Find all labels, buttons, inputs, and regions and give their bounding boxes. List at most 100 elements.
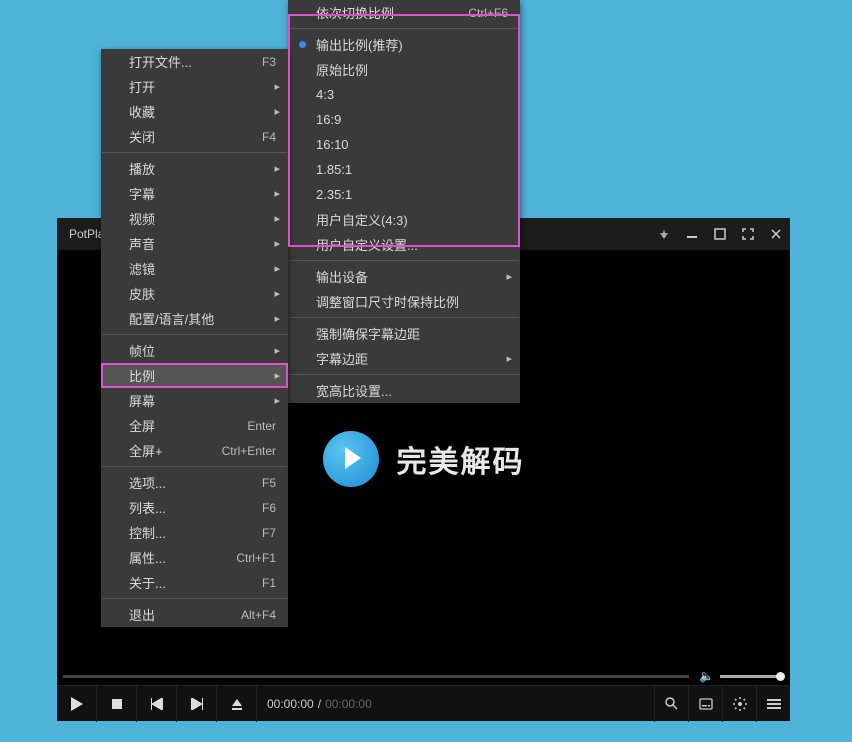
fullscreen-button[interactable] <box>734 218 762 250</box>
menu-item-label: 皮肤 <box>129 284 155 303</box>
menu-item-label: 退出 <box>129 605 155 624</box>
main-menu-item[interactable]: 皮肤 <box>101 281 288 306</box>
main-menu-item[interactable]: 全屏Enter <box>101 413 288 438</box>
menu-item-label: 滤镜 <box>129 259 155 278</box>
menu-shortcut: F4 <box>262 130 276 144</box>
search-button[interactable] <box>654 686 688 722</box>
brand-text: 完美解码 <box>397 437 525 481</box>
menu-item-label: 属性... <box>129 548 166 567</box>
menu-item-label: 用户自定义(4:3) <box>316 210 408 229</box>
menu-item-label: 全屏+ <box>129 441 163 460</box>
main-menu-item[interactable]: 收藏 <box>101 99 288 124</box>
menu-item-label: 比例 <box>129 366 155 385</box>
speaker-icon[interactable]: 🔈 <box>699 669 714 683</box>
menu-separator <box>102 334 287 335</box>
brand-logo <box>323 431 379 487</box>
ratio-menu-item[interactable]: 原始比例 <box>288 57 520 82</box>
volume-knob[interactable] <box>776 672 785 681</box>
ratio-menu-item[interactable]: 强制确保字幕边距 <box>288 321 520 346</box>
menu-shortcut: F1 <box>262 576 276 590</box>
ratio-menu-item[interactable]: 输出设备 <box>288 264 520 289</box>
menu-item-label: 4:3 <box>316 87 334 102</box>
window-controls <box>650 218 790 250</box>
main-menu-item[interactable]: 属性... Ctrl+F1 <box>101 545 288 570</box>
main-menu-item[interactable]: 关于... F1 <box>101 570 288 595</box>
main-menu-item[interactable]: 关闭F4 <box>101 124 288 149</box>
ratio-menu-item[interactable]: 字幕边距 <box>288 346 520 371</box>
play-button[interactable] <box>57 686 97 722</box>
main-menu-item[interactable]: 声音 <box>101 231 288 256</box>
menu-separator <box>102 152 287 153</box>
ratio-menu-item[interactable]: 用户自定义(4:3) <box>288 207 520 232</box>
stop-button[interactable] <box>97 686 137 722</box>
menu-item-label: 16:9 <box>316 112 341 127</box>
eject-button[interactable] <box>217 686 257 722</box>
menu-shortcut: F7 <box>262 526 276 540</box>
maximize-button[interactable] <box>706 218 734 250</box>
ratio-menu-item[interactable]: 2.35:1 <box>288 182 520 207</box>
menu-item-label: 全屏 <box>129 416 155 435</box>
prev-button[interactable] <box>137 686 177 722</box>
menu-item-label: 输出比例(推荐) <box>316 35 403 54</box>
ratio-menu-item[interactable]: 16:10 <box>288 132 520 157</box>
pin-icon[interactable] <box>650 218 678 250</box>
menu-shortcut: Ctrl+F6 <box>468 6 508 20</box>
main-menu-item[interactable]: 滤镜 <box>101 256 288 281</box>
ratio-menu-item[interactable]: 16:9 <box>288 107 520 132</box>
menu-item-label: 控制... <box>129 523 166 542</box>
menu-item-label: 视频 <box>129 209 155 228</box>
menu-item-label: 调整窗口尺寸时保持比例 <box>316 292 459 311</box>
menu-separator <box>289 260 519 261</box>
context-menu-main: 打开文件...F3打开收藏关闭F4 播放字幕视频声音滤镜皮肤配置/语言/其他帧位比… <box>101 49 288 627</box>
ratio-menu-item[interactable]: 输出比例(推荐) <box>288 32 520 57</box>
ratio-menu-item[interactable]: 用户自定义设置... <box>288 232 520 257</box>
menu-shortcut: Ctrl+F1 <box>236 551 276 565</box>
settings-button[interactable] <box>722 686 756 722</box>
menu-item-label: 帧位 <box>129 341 155 360</box>
main-menu-item[interactable]: 退出 Alt+F4 <box>101 602 288 627</box>
main-menu-item[interactable]: 帧位 <box>101 338 288 363</box>
main-menu-item[interactable]: 播放 <box>101 156 288 181</box>
main-menu-item[interactable]: 比例 <box>101 363 288 388</box>
playlist-button[interactable] <box>756 686 790 722</box>
ratio-menu-item[interactable]: 调整窗口尺寸时保持比例 <box>288 289 520 314</box>
ratio-menu-item[interactable]: 依次切换比例Ctrl+F6 <box>288 0 520 25</box>
seek-track[interactable] <box>63 675 689 678</box>
menu-item-label: 列表... <box>129 498 166 517</box>
menu-item-label: 输出设备 <box>316 267 368 286</box>
menu-item-label: 2.35:1 <box>316 187 352 202</box>
main-menu-item[interactable]: 配置/语言/其他 <box>101 306 288 331</box>
time-sep: / <box>318 697 321 711</box>
main-menu-item[interactable]: 列表...F6 <box>101 495 288 520</box>
ratio-menu-item[interactable]: 宽高比设置... <box>288 378 520 403</box>
volume-track[interactable] <box>720 675 780 678</box>
time-display: 00:00:00 / 00:00:00 <box>257 697 382 711</box>
main-menu-item[interactable]: 选项...F5 <box>101 470 288 495</box>
subtitle-button[interactable] <box>688 686 722 722</box>
brand: 完美解码 <box>323 431 525 487</box>
menu-shortcut: F3 <box>262 55 276 69</box>
menu-item-label: 原始比例 <box>316 60 368 79</box>
menu-shortcut: Ctrl+Enter <box>222 444 276 458</box>
ratio-menu-item[interactable]: 1.85:1 <box>288 157 520 182</box>
menu-item-label: 播放 <box>129 159 155 178</box>
close-button[interactable] <box>762 218 790 250</box>
menu-shortcut: Alt+F4 <box>241 608 276 622</box>
main-menu-item[interactable]: 字幕 <box>101 181 288 206</box>
ratio-menu-item[interactable]: 4:3 <box>288 82 520 107</box>
main-menu-item[interactable]: 屏幕 <box>101 388 288 413</box>
menu-shortcut: F5 <box>262 476 276 490</box>
seek-bar[interactable]: 🔈 <box>57 667 790 685</box>
menu-item-label: 字幕 <box>129 184 155 203</box>
main-menu-item[interactable]: 打开文件...F3 <box>101 49 288 74</box>
menu-item-label: 1.85:1 <box>316 162 352 177</box>
main-menu-item[interactable]: 视频 <box>101 206 288 231</box>
time-current: 00:00:00 <box>267 697 314 711</box>
next-button[interactable] <box>177 686 217 722</box>
menu-item-label: 关于... <box>129 573 166 592</box>
minimize-button[interactable] <box>678 218 706 250</box>
main-menu-item[interactable]: 全屏+ Ctrl+Enter <box>101 438 288 463</box>
main-menu-item[interactable]: 打开 <box>101 74 288 99</box>
time-duration: 00:00:00 <box>325 697 372 711</box>
main-menu-item[interactable]: 控制... F7 <box>101 520 288 545</box>
